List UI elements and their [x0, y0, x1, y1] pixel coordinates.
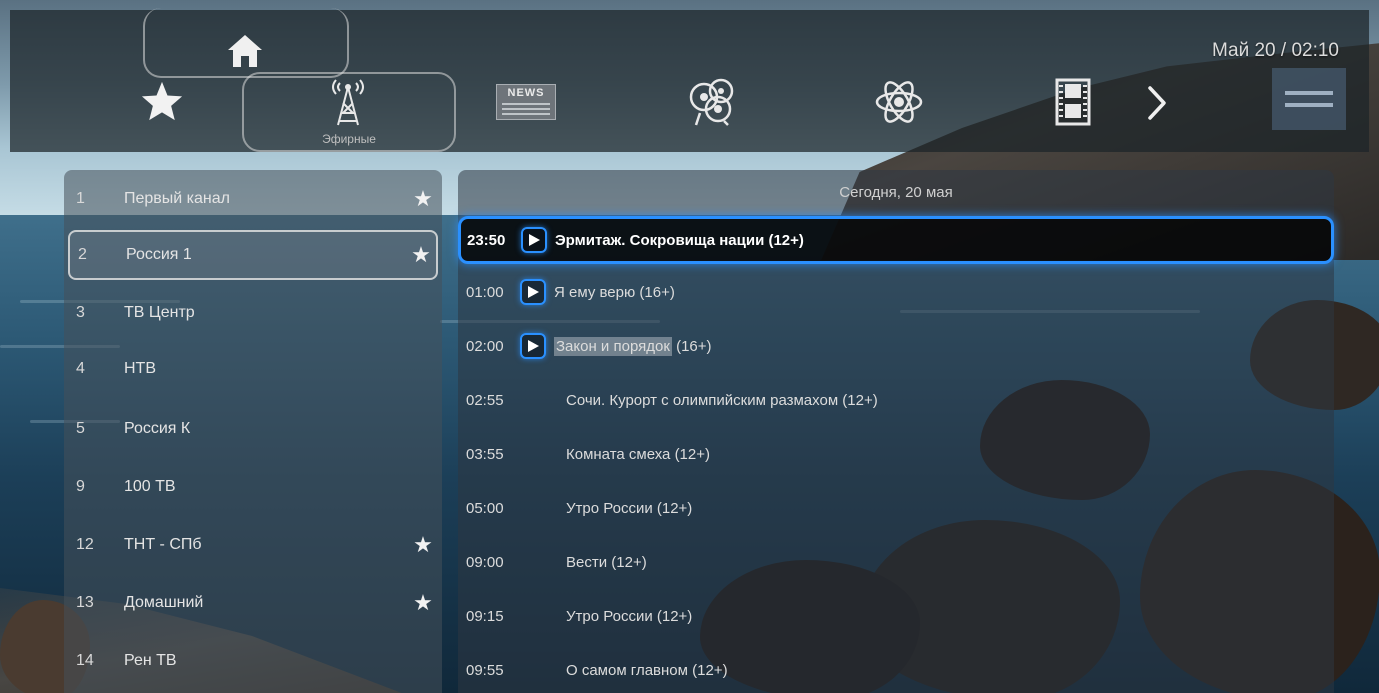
film-icon[interactable]: [1050, 76, 1096, 128]
channel-name: ТНТ - СПб: [124, 536, 202, 553]
program-title-rating: (16+): [671, 337, 712, 355]
program-time: 03:55: [466, 445, 504, 463]
antenna-icon[interactable]: [320, 74, 376, 130]
program-time: 05:00: [466, 499, 504, 517]
news-icon-label: NEWS: [507, 87, 545, 99]
program-title: Вести (12+): [566, 553, 647, 571]
program-row[interactable]: 09:00 Вести (12+): [460, 540, 1334, 584]
program-time: 02:55: [466, 391, 504, 409]
atom-icon[interactable]: [870, 74, 928, 130]
channel-number: 4: [76, 360, 85, 377]
channel-name: НТВ: [124, 360, 156, 377]
channel-number: 12: [76, 536, 94, 553]
chevron-right-icon[interactable]: [1140, 80, 1174, 126]
program-title: Сочи. Курорт с олимпийским размахом (12+…: [566, 391, 878, 409]
air-tab-label: Эфирные: [322, 132, 376, 146]
program-row[interactable]: 05:00 Утро России (12+): [460, 486, 1334, 530]
channel-row[interactable]: 9 100 ТВ: [68, 462, 438, 512]
channel-row[interactable]: 5 Россия К: [68, 404, 438, 454]
program-time: 09:55: [466, 661, 504, 679]
home-icon[interactable]: [220, 28, 270, 74]
program-time: 09:15: [466, 607, 504, 625]
channel-number: 13: [76, 594, 94, 611]
program-title: О самом главном (12+): [566, 661, 728, 679]
channel-number: 9: [76, 478, 85, 495]
entertainment-icon[interactable]: [680, 72, 746, 130]
channel-name: Россия К: [124, 420, 191, 437]
program-title-highlight: Закон и порядок: [554, 336, 672, 356]
star-icon[interactable]: [134, 74, 190, 128]
channel-row[interactable]: 3 ТВ Центр: [68, 288, 438, 338]
channel-row[interactable]: 4 НТВ: [68, 344, 438, 394]
program-row[interactable]: 09:15 Утро России (12+): [460, 594, 1334, 638]
channel-name: Россия 1: [126, 246, 192, 263]
logo-glyph: [1285, 103, 1333, 107]
logo-glyph: [1285, 91, 1333, 95]
play-icon[interactable]: [521, 227, 547, 253]
news-icon-lines: [502, 113, 550, 115]
program-row[interactable]: 02:55 Сочи. Курорт с олимпийским размахо…: [460, 378, 1334, 422]
channel-number: 5: [76, 420, 85, 437]
channel-row[interactable]: 14 Рен ТВ: [68, 636, 438, 686]
channel-name: Первый канал: [124, 190, 230, 207]
news-icon-lines: [502, 103, 550, 105]
program-row-focused[interactable]: 23:50 Эрмитаж. Сокровища нации (12+): [458, 216, 1334, 264]
program-title: Эрмитаж. Сокровища нации (12+): [555, 231, 804, 249]
play-icon[interactable]: [520, 279, 546, 305]
channel-number: 2: [78, 246, 87, 263]
favorite-star-icon: ★: [411, 242, 431, 267]
news-icon-lines: [502, 108, 550, 110]
program-row-current[interactable]: 02:00 Закон и порядок (16+): [460, 324, 1334, 368]
program-time: 02:00: [466, 337, 504, 355]
channel-number: 14: [76, 652, 94, 669]
datetime: Май 20 / 02:10: [1211, 40, 1339, 61]
channel-name: 100 ТВ: [124, 478, 176, 495]
program-title: Закон и порядок (16+): [554, 336, 1334, 356]
channel-name: ТВ Центр: [124, 304, 195, 321]
program-guide: Сегодня, 20 мая 23:50 Эрмитаж. Сокровища…: [458, 170, 1334, 693]
program-title: Комната смеха (12+): [566, 445, 711, 463]
channel-row[interactable]: 1 Первый канал ★: [68, 174, 438, 224]
channel-row[interactable]: 12 ТНТ - СПб ★: [68, 520, 438, 570]
play-icon[interactable]: [520, 333, 546, 359]
program-row[interactable]: 03:55 Комната смеха (12+): [460, 432, 1334, 476]
channel-number: 1: [76, 190, 85, 207]
top-menu-bar: Эфирные NEWS Май 20 / 02:10: [10, 8, 1369, 152]
news-icon[interactable]: NEWS: [494, 82, 558, 122]
channel-number: 3: [76, 304, 85, 321]
favorite-star-icon: ★: [413, 186, 433, 211]
program-row[interactable]: 01:00 Я ему верю (16+): [460, 270, 1334, 314]
program-title: Я ему верю (16+): [554, 283, 675, 301]
guide-date: Сегодня, 20 мая: [839, 184, 953, 201]
channel-logo: [1272, 68, 1346, 130]
program-row[interactable]: 09:55 О самом главном (12+): [460, 648, 1334, 692]
channel-row[interactable]: 13 Домашний ★: [68, 578, 438, 628]
channel-row-selected[interactable]: 2 Россия 1 ★: [68, 230, 438, 280]
program-time: 01:00: [466, 283, 504, 301]
favorite-star-icon: ★: [413, 532, 433, 557]
favorite-star-icon: ★: [413, 590, 433, 615]
channel-list: 1 Первый канал ★ 2 Россия 1 ★ 3 ТВ Центр…: [64, 170, 442, 693]
program-time: 09:00: [466, 553, 504, 571]
program-title: Утро России (12+): [566, 607, 693, 625]
program-title: Утро России (12+): [566, 499, 693, 517]
channel-name: Домашний: [124, 594, 204, 611]
program-time: 23:50: [467, 231, 506, 249]
channel-name: Рен ТВ: [124, 652, 177, 669]
